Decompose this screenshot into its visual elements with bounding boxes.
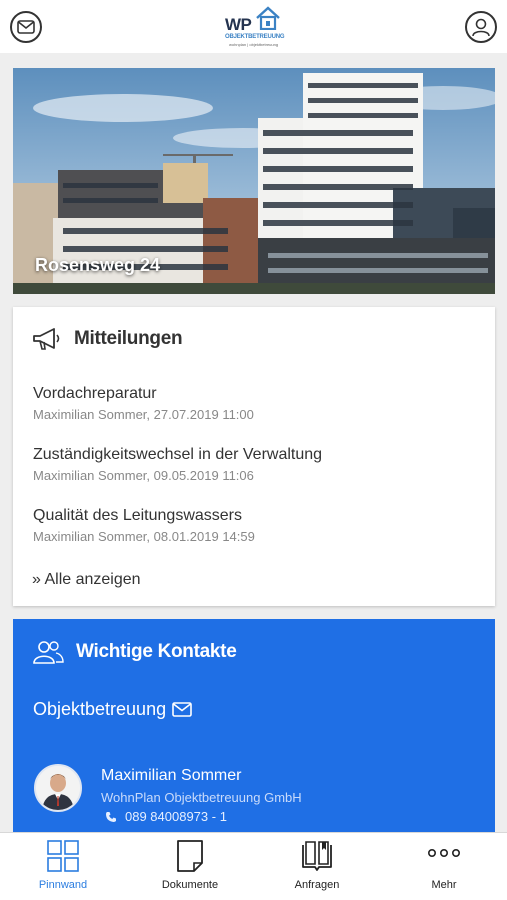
tab-label: Mehr xyxy=(431,879,457,891)
contact-photo xyxy=(36,766,80,810)
messages-title: Mitteilungen xyxy=(74,328,183,349)
message-meta: Maximilian Sommer, 27.07.2019 11:00 xyxy=(33,407,254,422)
house-logo-icon xyxy=(256,6,280,30)
contacts-header: Wichtige Kontakte xyxy=(32,639,237,665)
bottom-tab-bar: Pinnwand Dokumente Anfragen Mehr xyxy=(0,832,507,900)
tab-anfragen[interactable]: Anfragen xyxy=(254,833,380,900)
users-icon xyxy=(33,641,64,664)
property-address: Rosensweg 24 xyxy=(35,255,161,275)
tab-label: Pinnwand xyxy=(38,879,88,891)
contact-phone-link[interactable]: 089 84008973 - 1 xyxy=(105,809,227,824)
logo-subline: wohnplan | objektbetreuung xyxy=(229,42,279,47)
property-hero[interactable]: Rosensweg 24 xyxy=(13,68,495,294)
objektbetreuung-email-link[interactable]: Objektbetreuung xyxy=(33,699,192,720)
envelope-icon xyxy=(172,702,192,717)
message-title: Vordachreparatur xyxy=(33,385,157,402)
megaphone-icon xyxy=(33,328,60,350)
tab-dokumente[interactable]: Dokumente xyxy=(127,833,253,900)
book-icon xyxy=(302,841,332,871)
contact-name: Maximilian Sommer xyxy=(101,767,242,784)
logo-wordmark: WP xyxy=(225,15,252,34)
contacts-card: Wichtige Kontakte Objektbetreuung Maximi… xyxy=(13,619,495,834)
message-meta: Maximilian Sommer, 08.01.2019 14:59 xyxy=(33,529,255,544)
tab-label: Dokumente xyxy=(161,879,219,891)
show-all-link[interactable]: » Alle anzeigen xyxy=(32,571,141,589)
document-icon xyxy=(177,840,203,872)
app-header: WP OBJEKTBETREUUNG wohnplan | objektbetr… xyxy=(0,0,507,53)
envelope-icon xyxy=(17,20,35,34)
message-item[interactable]: Qualität des Leitungswassers Maximilian … xyxy=(33,507,255,544)
messages-header: Mitteilungen xyxy=(32,327,183,351)
tab-mehr[interactable]: Mehr xyxy=(381,833,507,900)
section-label: Objektbetreuung xyxy=(33,699,167,719)
grid-icon xyxy=(47,840,79,872)
logo-tagline: OBJEKTBETREUUNG xyxy=(225,34,285,40)
contacts-title: Wichtige Kontakte xyxy=(76,641,237,662)
profile-button[interactable] xyxy=(465,11,497,43)
contact-phone: 089 84008973 - 1 xyxy=(125,809,227,824)
tab-pinnwand[interactable]: Pinnwand xyxy=(0,833,126,900)
contact-company: WohnPlan Objektbetreuung GmbH xyxy=(101,790,302,805)
user-icon xyxy=(472,18,490,37)
message-title: Qualität des Leitungswassers xyxy=(33,507,242,524)
avatar xyxy=(34,764,82,812)
messages-button[interactable] xyxy=(10,11,42,43)
phone-icon xyxy=(106,811,116,822)
app-logo: WP OBJEKTBETREUUNG wohnplan | objektbetr… xyxy=(221,6,285,48)
message-meta: Maximilian Sommer, 09.05.2019 11:06 xyxy=(33,468,254,483)
message-title: Zuständigkeitswechsel in der Verwaltung xyxy=(33,446,323,463)
message-item[interactable]: Vordachreparatur Maximilian Sommer, 27.0… xyxy=(33,385,254,422)
more-icon xyxy=(427,848,460,858)
messages-card: Mitteilungen Vordachreparatur Maximilian… xyxy=(13,307,495,606)
message-item[interactable]: Zuständigkeitswechsel in der Verwaltung … xyxy=(33,446,322,483)
tab-label: Anfragen xyxy=(294,879,340,891)
